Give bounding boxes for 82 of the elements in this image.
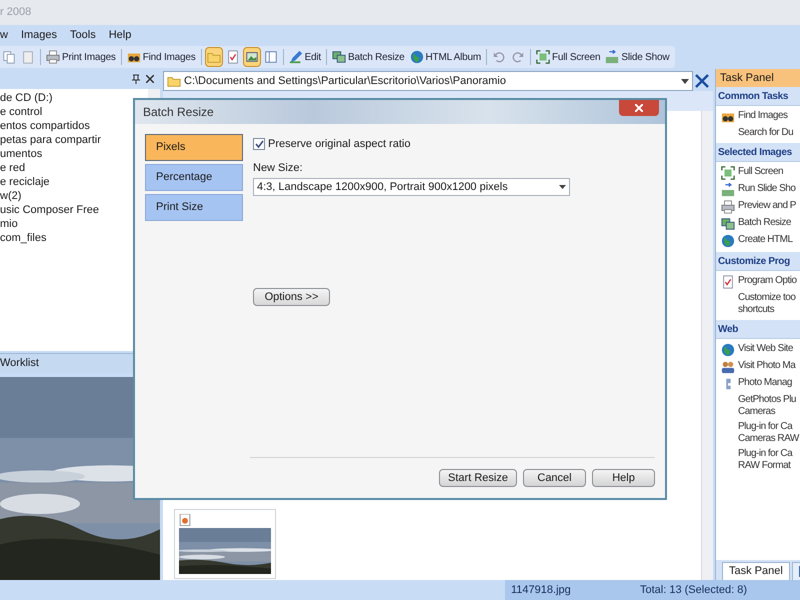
- dialog-button[interactable]: Help: [592, 469, 655, 487]
- pictures-icon: [332, 50, 346, 64]
- pin-icon[interactable]: [132, 74, 140, 84]
- toolbar-button[interactable]: Print Images: [44, 47, 118, 67]
- address-field[interactable]: C:\Documents and Settings\Particular\Escritorio\Varios\Panoramio: [163, 71, 693, 91]
- dialog-title: Batch Resize: [143, 104, 214, 121]
- task-link[interactable]: Program Optio: [738, 275, 797, 287]
- menu-item[interactable]: Tools: [70, 26, 96, 44]
- task-link[interactable]: Visit Web Site: [738, 343, 793, 355]
- field-label: New Size:: [253, 160, 303, 176]
- pencil-icon: [288, 50, 303, 64]
- toolbar-button[interactable]: Batch Resize: [330, 47, 407, 67]
- slideshow-icon: [605, 50, 620, 64]
- fullscreen-icon: [721, 166, 735, 180]
- window-title: r 2008: [0, 5, 32, 20]
- task-link[interactable]: Photo Manag: [738, 377, 792, 389]
- task-link[interactable]: Preview and P: [738, 200, 796, 212]
- globe-icon: [410, 50, 424, 64]
- checkbox-label: Preserve original aspect ratio: [268, 137, 410, 152]
- toolbar-icon-button[interactable]: [242, 47, 261, 67]
- globe-icon: [721, 343, 735, 357]
- copy-icon: [2, 50, 16, 64]
- task-link[interactable]: Plug-in for Ca Cameras RAW: [738, 421, 799, 445]
- slideshow-icon: [721, 183, 735, 197]
- panel-icon: [264, 50, 278, 64]
- status-total: Total: 13 (Selected: 8): [640, 582, 748, 598]
- dropdown-caret-icon: [559, 185, 566, 189]
- section-header[interactable]: Common Tasks: [716, 87, 800, 106]
- people-icon: [721, 360, 735, 374]
- toolbar-button[interactable]: Full Screen: [534, 47, 602, 67]
- document-icon: [721, 275, 735, 289]
- image-icon: [244, 50, 259, 64]
- document-icon: [226, 50, 240, 64]
- menu-item[interactable]: w: [0, 26, 8, 44]
- close-button[interactable]: [619, 100, 659, 116]
- undo-icon: [492, 50, 506, 64]
- section-header[interactable]: Selected Images: [716, 143, 800, 162]
- dialog-tab[interactable]: Percentage: [145, 164, 243, 191]
- close-icon: [635, 104, 643, 112]
- status-file: 1147918.jpg: [510, 582, 572, 598]
- paste-icon: [21, 50, 35, 64]
- menu-item[interactable]: Help: [108, 26, 132, 44]
- printer-icon: [721, 200, 735, 214]
- section-header[interactable]: Customize Prog: [716, 252, 800, 271]
- task-link[interactable]: Find Images: [738, 110, 788, 122]
- toolbar-button[interactable]: Find Images: [124, 47, 198, 67]
- checkbox[interactable]: [253, 138, 265, 150]
- task-link[interactable]: Batch Resize: [738, 217, 791, 229]
- image-file-icon: [179, 514, 191, 526]
- dialog-tab[interactable]: Pixels: [145, 134, 243, 161]
- task-link[interactable]: Customize too shortcuts: [738, 292, 796, 316]
- task-link[interactable]: Run Slide Sho: [738, 183, 796, 195]
- toolbar-button[interactable]: HTML Album: [408, 47, 483, 67]
- scrollbar[interactable]: [701, 111, 713, 580]
- toolbar-button[interactable]: Slide Show: [603, 47, 672, 67]
- task-link[interactable]: Create HTML: [738, 234, 793, 246]
- toolbar-button[interactable]: Edit: [286, 47, 323, 67]
- fullscreen-icon: [536, 50, 550, 64]
- dialog-tab[interactable]: Print Size: [145, 194, 243, 221]
- folder-icon: [206, 50, 221, 64]
- task-link[interactable]: Plug-in for Ca RAW Format: [738, 448, 792, 472]
- dropdown-caret-icon[interactable]: [681, 78, 689, 84]
- panel-header: Task Panel: [716, 69, 800, 87]
- folder-icon: [167, 74, 181, 88]
- close-icon[interactable]: [146, 75, 154, 83]
- printer-icon: [46, 50, 60, 64]
- pictures-icon: [721, 217, 735, 231]
- close-icon[interactable]: [695, 74, 709, 88]
- dialog-button[interactable]: Start Resize: [439, 469, 517, 487]
- task-link[interactable]: Full Screen: [738, 166, 784, 178]
- size-select[interactable]: 4:3, Landscape 1200x900, Portrait 900x1200 pixels: [253, 178, 570, 196]
- dialog-button[interactable]: Cancel: [523, 469, 586, 487]
- globe-icon: [721, 234, 735, 248]
- menu-item[interactable]: Images: [20, 26, 58, 44]
- section-header[interactable]: Web: [716, 320, 800, 339]
- task-link[interactable]: GetPhotos Plu Cameras: [738, 394, 796, 418]
- options-button[interactable]: Options >>: [253, 288, 330, 306]
- task-link[interactable]: Search for Du: [738, 127, 794, 139]
- panel-tab[interactable]: Task Panel: [722, 562, 790, 580]
- thumbnail-card[interactable]: [174, 509, 276, 579]
- redo-icon: [510, 50, 525, 64]
- task-link[interactable]: Visit Photo Ma: [738, 360, 796, 372]
